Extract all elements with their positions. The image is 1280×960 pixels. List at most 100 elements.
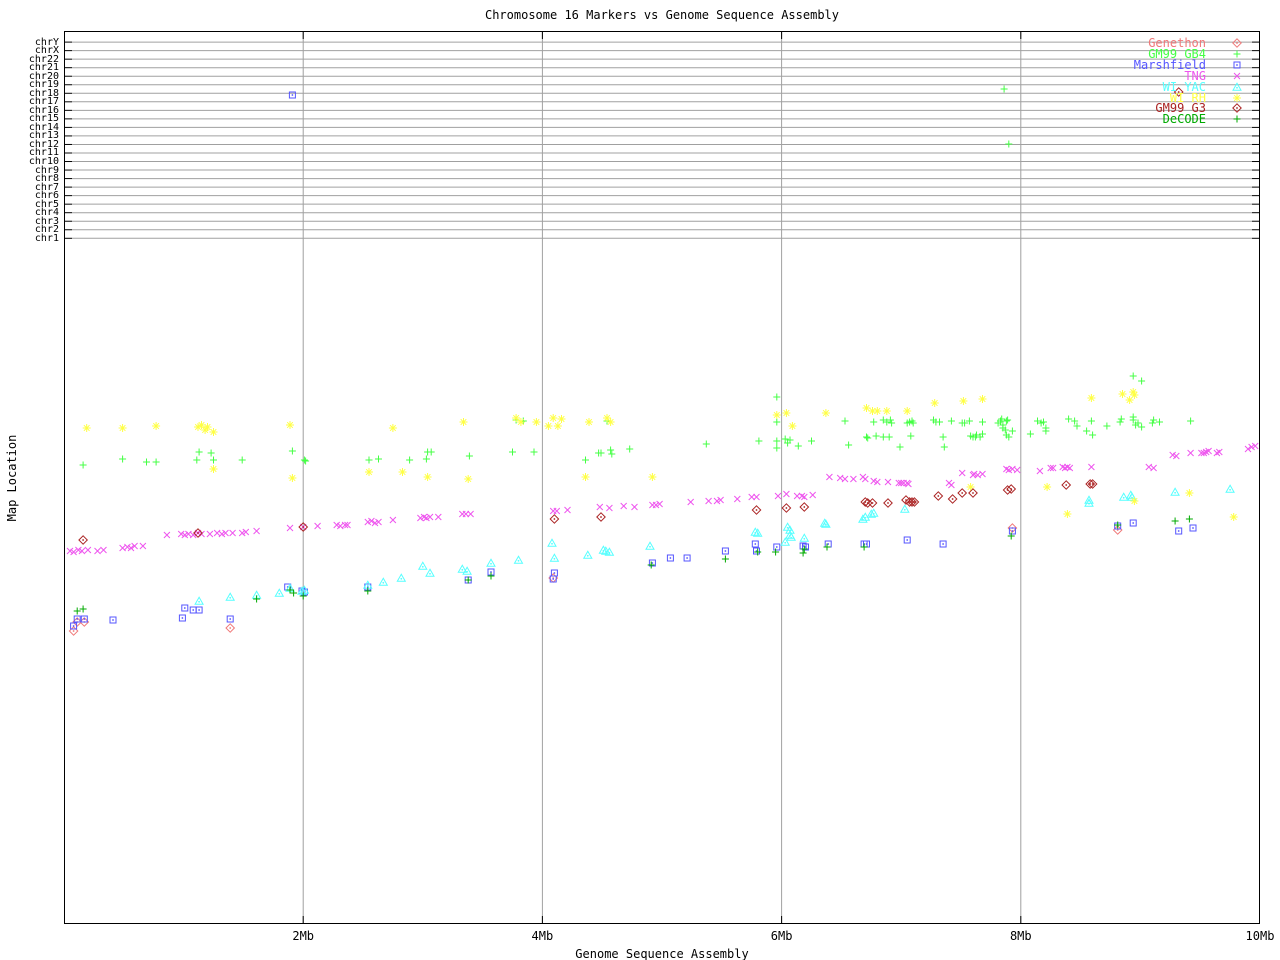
tng-point (1150, 464, 1158, 472)
wi-rh-point (118, 423, 128, 433)
wi-rh-point (209, 464, 218, 474)
gm99-gb4-point (1117, 415, 1126, 423)
gnuplot-chart: Chromosome 16 Markers vs Genome Sequence… (0, 0, 1280, 960)
gm99-gb4-point (872, 432, 881, 440)
tng-point (841, 475, 849, 483)
decode-point (799, 549, 808, 557)
marshfield-point (549, 575, 557, 583)
gm99-gb4-point (1087, 417, 1096, 425)
wi-rh-point (978, 394, 987, 404)
wi-yac-point (425, 568, 435, 577)
gm99-gb4-point (772, 437, 781, 445)
gm99-gb4-point (1088, 431, 1097, 439)
wi-yac-point (418, 561, 428, 570)
gm99-gb4-point (1003, 416, 1012, 424)
wi-rh-point (423, 472, 433, 482)
tng-point (733, 495, 741, 503)
wi-yac-point (514, 555, 523, 564)
tng-point (958, 469, 966, 477)
wi-rh-point (1042, 482, 1052, 492)
wi-rh-point (285, 420, 295, 430)
tng-point (206, 530, 214, 538)
gm99-g3-point (799, 502, 809, 512)
wi-yac-point (799, 533, 809, 542)
tng-point (94, 547, 101, 555)
gm99-gb4-point (1064, 415, 1073, 423)
gm99-gb4-point (465, 452, 474, 460)
marshfield-point (773, 543, 781, 551)
series-gm99-g3 (78, 87, 1184, 545)
wi-rh-point (606, 417, 616, 427)
wi-rh-point (1229, 512, 1239, 522)
wi-rh-point (398, 467, 407, 477)
marshfield-point (1189, 524, 1197, 532)
decode-point (800, 545, 809, 553)
gm99-gb4-point (606, 446, 615, 454)
gm99-g3-point (883, 498, 893, 508)
tng-point (1013, 466, 1021, 474)
wi-rh-point (82, 423, 92, 433)
decode-point (1171, 517, 1180, 525)
gm99-gb4-point (152, 458, 161, 466)
gm99-g3-point (596, 512, 606, 522)
wi-rh-point (882, 406, 892, 416)
gm99-gb4-point (192, 456, 201, 464)
series-gm99-gb4 (79, 85, 1195, 469)
wi-rh-point (463, 474, 473, 484)
gm99-gb4-point (625, 445, 634, 453)
gm99-gb4-point (1102, 422, 1111, 430)
marshfield-point (721, 547, 729, 555)
gm99-gb4-point (530, 448, 538, 456)
series-marshfield (70, 91, 1197, 630)
gm99-gb4-point (1004, 140, 1013, 148)
y-axis-chr-label: chr1 (34, 232, 59, 244)
genethon-point (225, 623, 235, 633)
scatter-plot-svg (64, 31, 1260, 924)
gm99-gb4-point (1137, 423, 1146, 431)
tng-point (849, 475, 857, 483)
gm99-gb4-point (195, 448, 204, 456)
gm99-g3-point (1061, 480, 1071, 490)
wi-yac-point (225, 592, 235, 601)
gm99-gb4-point (869, 418, 878, 426)
gm99-gb4-point (1129, 372, 1138, 380)
gm99-gb4-point (906, 432, 915, 440)
gm99-gb4-point (1082, 427, 1091, 435)
gm99-gb4-point (844, 441, 853, 449)
tng-point (947, 481, 955, 489)
gm99-gb4-point (794, 442, 803, 450)
tng-point (314, 522, 322, 530)
marshfield-point (751, 540, 759, 548)
wi-rh-point (548, 413, 558, 423)
wi-rh-point (287, 473, 297, 483)
marshfield-point (109, 616, 117, 624)
tng-point (979, 470, 986, 478)
marshfield-point (195, 606, 203, 614)
marshfield-point (939, 540, 947, 548)
tng-point (1187, 449, 1195, 457)
y-axis-label: Map Location (5, 434, 19, 522)
wi-rh-point (1086, 393, 1096, 403)
gm99-gb4-point (1148, 419, 1157, 427)
wi-rh-point (1184, 488, 1194, 498)
tng-point (825, 473, 833, 481)
gm99-gb4-point (862, 433, 871, 441)
wi-yac-point (194, 596, 204, 605)
wi-yac-point (396, 573, 406, 582)
wi-rh-point (902, 406, 912, 416)
tng-point (1087, 463, 1095, 471)
tng-point (884, 478, 892, 486)
marshfield-point (824, 540, 832, 548)
marshfield-point (73, 615, 81, 623)
gm99-gb4-point (1116, 418, 1125, 426)
decode-point (647, 561, 656, 569)
marshfield-point (753, 547, 760, 555)
gm99-gb4-point (939, 433, 948, 441)
gm99-gb4-point (841, 417, 849, 425)
decode-point (1185, 515, 1194, 523)
gm99-g3-point (78, 535, 88, 545)
gm99-gb4-point (1186, 417, 1195, 425)
gm99-gb4-point (1041, 424, 1050, 432)
gm99-gb4-point (209, 456, 218, 464)
wi-rh-point (511, 413, 521, 423)
